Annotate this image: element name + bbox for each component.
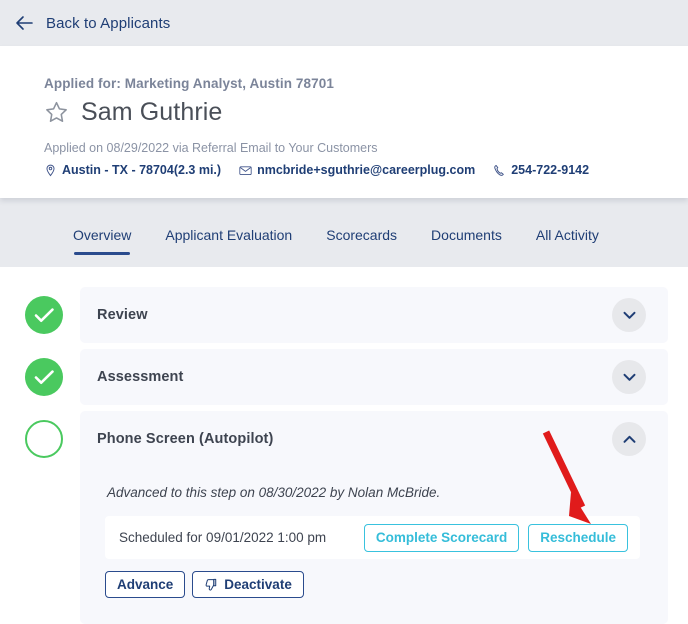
tab-documents[interactable]: Documents bbox=[431, 227, 502, 255]
deactivate-button[interactable]: Deactivate bbox=[192, 571, 304, 598]
phone-text: 254-722-9142 bbox=[511, 163, 590, 177]
step-card-review[interactable]: Review bbox=[80, 287, 668, 343]
scheduled-text: Scheduled for 09/01/2022 1:00 pm bbox=[119, 530, 327, 545]
step-action-row: Advance Deactivate bbox=[105, 571, 668, 598]
step-title-assessment: Assessment bbox=[97, 369, 184, 385]
map-pin-icon bbox=[44, 164, 57, 177]
step-status-complete-icon bbox=[25, 358, 63, 396]
contact-row: Austin - TX - 78704(2.3 mi.) nmcbride+sg… bbox=[44, 163, 589, 177]
step-title-phone-screen: Phone Screen (Autopilot) bbox=[97, 431, 274, 447]
deactivate-button-label: Deactivate bbox=[224, 577, 292, 592]
email-text: nmcbride+sguthrie@careerplug.com bbox=[257, 163, 476, 177]
step-title-review: Review bbox=[97, 307, 148, 323]
top-bar: Back to Applicants bbox=[0, 0, 688, 46]
tab-applicant-evaluation[interactable]: Applicant Evaluation bbox=[165, 227, 292, 255]
tab-bar: Overview Applicant Evaluation Scorecards… bbox=[0, 198, 688, 267]
applicant-header-card: Applied for: Marketing Analyst, Austin 7… bbox=[0, 46, 688, 198]
step-status-current-icon bbox=[25, 420, 63, 458]
applicant-name: Sam Guthrie bbox=[81, 98, 223, 126]
tab-overview[interactable]: Overview bbox=[73, 227, 131, 255]
tab-scorecards[interactable]: Scorecards bbox=[326, 227, 397, 255]
applied-on-text: Applied on 08/29/2022 via Referral Email… bbox=[44, 141, 378, 155]
scheduled-panel: Scheduled for 09/01/2022 1:00 pm Complet… bbox=[105, 516, 640, 559]
phone-icon bbox=[493, 164, 506, 177]
applicant-location[interactable]: Austin - TX - 78704(2.3 mi.) bbox=[44, 163, 221, 177]
tab-all-activity[interactable]: All Activity bbox=[536, 227, 599, 255]
complete-scorecard-button[interactable]: Complete Scorecard bbox=[363, 523, 520, 552]
chevron-up-icon[interactable] bbox=[612, 422, 646, 456]
advanced-note: Advanced to this step on 08/30/2022 by N… bbox=[107, 485, 441, 500]
advance-button-label: Advance bbox=[117, 577, 174, 592]
star-outline-icon[interactable] bbox=[44, 100, 69, 125]
applicant-detail-page: Back to Applicants Applied for: Marketin… bbox=[0, 0, 688, 624]
envelope-icon bbox=[239, 164, 252, 177]
back-link-label: Back to Applicants bbox=[46, 14, 171, 32]
arrow-left-icon bbox=[14, 12, 36, 34]
thumbs-down-icon bbox=[204, 578, 218, 592]
advance-button[interactable]: Advance bbox=[105, 571, 186, 598]
applicant-email[interactable]: nmcbride+sguthrie@careerplug.com bbox=[239, 163, 475, 177]
step-status-complete-icon bbox=[25, 296, 63, 334]
chevron-down-icon[interactable] bbox=[612, 298, 646, 332]
location-text: Austin - TX - 78704(2.3 mi.) bbox=[62, 163, 222, 177]
applicant-phone[interactable]: 254-722-9142 bbox=[493, 163, 589, 177]
reschedule-button[interactable]: Reschedule bbox=[528, 523, 628, 552]
step-card-phone-screen[interactable]: Phone Screen (Autopilot) Advanced to thi… bbox=[80, 411, 668, 624]
step-card-assessment[interactable]: Assessment bbox=[80, 349, 668, 405]
chevron-down-icon[interactable] bbox=[612, 360, 646, 394]
back-to-applicants-link[interactable]: Back to Applicants bbox=[14, 12, 170, 34]
applicant-name-row: Sam Guthrie bbox=[44, 98, 222, 127]
applied-for-text: Applied for: Marketing Analyst, Austin 7… bbox=[44, 76, 334, 91]
hiring-steps-list: Review Assessment Phone Screen (Autopilo… bbox=[0, 267, 688, 624]
